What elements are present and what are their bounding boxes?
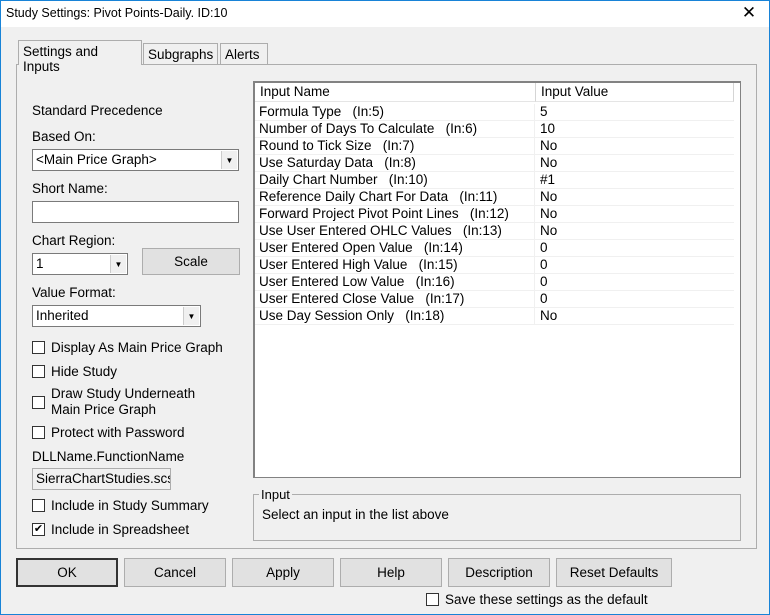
input-name-cell: Use User Entered OHLC Values (In:13) [255,223,535,239]
protect-with-password-checkbox[interactable]: Protect with Password [32,425,185,440]
chart-region-label: Chart Region: [32,233,116,248]
reset-defaults-button[interactable]: Reset Defaults [556,558,672,587]
input-value-cell[interactable]: No [535,206,557,222]
input-name-cell: Forward Project Pivot Point Lines (In:12… [255,206,535,222]
chevron-down-icon: ▼ [221,151,237,169]
table-row[interactable]: User Entered Open Value (In:14) 0 [255,240,734,257]
save-as-default-checkbox[interactable]: Save these settings as the default [426,592,648,607]
checkbox-box[interactable] [32,365,45,378]
inputs-table: Input Name Input Value Formula Type (In:… [253,81,741,478]
input-value-cell[interactable]: 0 [535,291,548,307]
input-value-cell[interactable]: 0 [535,274,548,290]
short-name-label: Short Name: [32,181,108,196]
input-name-cell: Use Day Session Only (In:18) [255,308,535,324]
based-on-select[interactable]: <Main Price Graph> ▼ [32,149,239,171]
checkbox-label: Save these settings as the default [445,592,648,607]
checkbox-box[interactable] [426,593,439,606]
description-button[interactable]: Description [448,558,550,587]
input-value-cell[interactable]: No [535,223,557,239]
window-title: Study Settings: Pivot Points-Daily. ID:1… [6,6,228,20]
chart-region-select[interactable]: 1 ▼ [32,253,128,275]
value-format-label: Value Format: [32,285,116,300]
table-row[interactable]: Use Saturday Data (In:8) No [255,155,734,172]
checkbox-label: Include in Spreadsheet [51,522,190,537]
short-name-input[interactable] [32,201,239,223]
input-name-cell: User Entered Open Value (In:14) [255,240,535,256]
based-on-value: <Main Price Graph> [36,152,157,167]
input-name-cell: Number of Days To Calculate (In:6) [255,121,535,137]
apply-button[interactable]: Apply [232,558,334,587]
checkbox-box[interactable] [32,426,45,439]
input-value-cell[interactable]: No [535,138,557,154]
table-row[interactable]: Formula Type (In:5) 5 [255,104,734,121]
input-description: Select an input in the list above [262,507,449,522]
hide-study-checkbox[interactable]: Hide Study [32,364,117,379]
table-row[interactable]: Daily Chart Number (In:10) #1 [255,172,734,189]
input-name-cell: Daily Chart Number (In:10) [255,172,535,188]
input-name-cell: User Entered High Value (In:15) [255,257,535,273]
input-value-cell[interactable]: No [535,155,557,171]
column-header-input-value[interactable]: Input Value [536,83,734,102]
input-name-cell: Reference Daily Chart For Data (In:11) [255,189,535,205]
checkbox-label: Display As Main Price Graph [51,340,223,355]
input-group-label: Input [259,487,292,502]
study-settings-window: Study Settings: Pivot Points-Daily. ID:1… [0,0,770,615]
include-in-spreadsheet-checkbox[interactable]: ✔ Include in Spreadsheet [32,522,189,537]
chevron-down-icon: ▼ [183,307,199,325]
tab-subgraphs[interactable]: Subgraphs [143,43,218,65]
checkbox-box[interactable] [32,499,45,512]
table-row[interactable]: User Entered Close Value (In:17) 0 [255,291,734,308]
table-row[interactable]: Number of Days To Calculate (In:6) 10 [255,121,734,138]
checkbox-box[interactable] [32,341,45,354]
table-row[interactable]: User Entered High Value (In:15) 0 [255,257,734,274]
input-value-cell[interactable]: No [535,189,557,205]
table-row[interactable]: Use Day Session Only (In:18) No [255,308,734,325]
table-row[interactable]: Forward Project Pivot Point Lines (In:12… [255,206,734,223]
tab-alerts[interactable]: Alerts [220,43,268,65]
include-in-study-summary-checkbox[interactable]: Include in Study Summary [32,498,209,513]
draw-study-underneath-checkbox[interactable]: Draw Study Underneath Main Price Graph [32,386,195,418]
based-on-label: Based On: [32,129,96,144]
chart-region-value: 1 [36,256,44,271]
value-format-value: Inherited [36,308,89,323]
input-name-cell: Round to Tick Size (In:7) [255,138,535,154]
table-header: Input Name Input Value [255,83,734,102]
input-name-cell: Formula Type (In:5) [255,104,535,120]
value-format-select[interactable]: Inherited ▼ [32,305,201,327]
standard-precedence-label: Standard Precedence [32,103,163,118]
checkbox-label: Protect with Password [51,425,185,440]
input-value-cell[interactable]: 5 [535,104,548,120]
input-value-cell[interactable]: 0 [535,257,548,273]
input-name-cell: User Entered Close Value (In:17) [255,291,535,307]
close-icon[interactable]: ✕ [737,3,761,23]
tab-settings-and-inputs[interactable]: Settings and Inputs [18,40,142,74]
display-as-main-price-graph-checkbox[interactable]: Display As Main Price Graph [32,340,223,355]
input-name-cell: Use Saturday Data (In:8) [255,155,535,171]
table-row[interactable]: Round to Tick Size (In:7) No [255,138,734,155]
title-bar: Study Settings: Pivot Points-Daily. ID:1… [1,1,769,27]
column-header-input-name[interactable]: Input Name [255,83,536,102]
input-name-cell: User Entered Low Value (In:16) [255,274,535,290]
dll-name-field[interactable]: SierraChartStudies.scs [32,468,171,490]
input-value-cell[interactable]: 10 [535,121,555,137]
dll-name-label: DLLName.FunctionName [32,449,185,464]
scale-button[interactable]: Scale [142,248,240,275]
table-row[interactable]: Reference Daily Chart For Data (In:11) No [255,189,734,206]
checkbox-label: Hide Study [51,364,118,379]
ok-button[interactable]: OK [16,558,118,587]
help-button[interactable]: Help [340,558,442,587]
table-row[interactable]: User Entered Low Value (In:16) 0 [255,274,734,291]
input-value-cell[interactable]: #1 [535,172,555,188]
input-value-cell[interactable]: 0 [535,240,548,256]
checkbox-label: Draw Study Underneath Main Price Graph [51,386,196,417]
table-row[interactable]: Use User Entered OHLC Values (In:13) No [255,223,734,240]
cancel-button[interactable]: Cancel [124,558,226,587]
chevron-down-icon: ▼ [110,255,126,273]
checkmark-icon[interactable]: ✔ [32,523,45,536]
checkbox-label: Include in Study Summary [51,498,209,513]
checkbox-box[interactable] [32,396,45,409]
input-value-cell[interactable]: No [535,308,557,324]
